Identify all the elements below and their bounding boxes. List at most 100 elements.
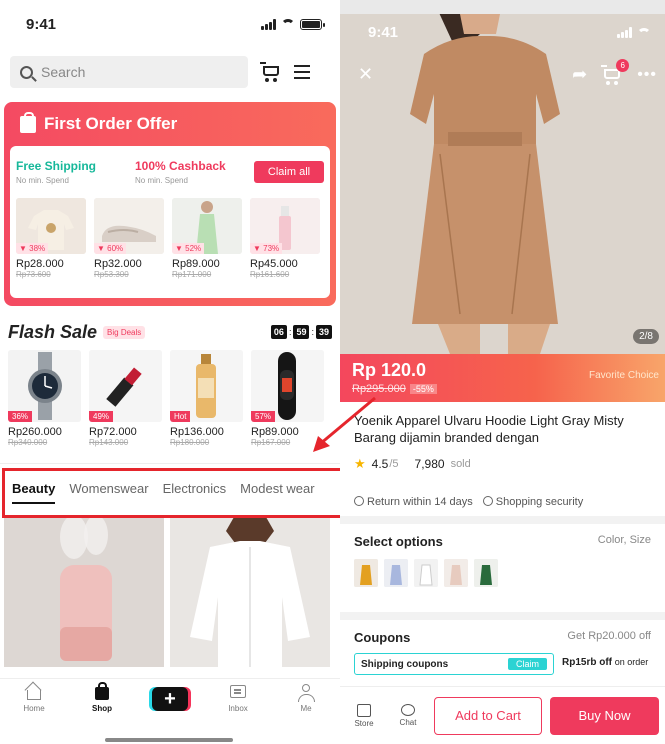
nav-shop-label: Shop xyxy=(92,704,112,713)
first-order-header: First Order Offer xyxy=(10,102,330,146)
skincare-bottle-image: ▼ 73% xyxy=(250,198,320,254)
search-bar: Search xyxy=(0,48,340,96)
free-shipping-perk: Free Shipping No min. Spend xyxy=(16,159,135,185)
store-label: Store xyxy=(354,718,374,728)
variant-swatch[interactable] xyxy=(474,559,498,587)
share-icon[interactable]: ➦ xyxy=(572,64,587,85)
white-shirt-product-image[interactable] xyxy=(170,517,330,667)
product-detail-screen: 9:41 ✕ ➦ 6 ••• 2/8 Rp 120.0 Rp295.000 -5… xyxy=(340,14,665,744)
product-title: Yoenik Apparel Ulvaru Hoodie Light Gray … xyxy=(354,413,624,445)
coupon-sub: on order xyxy=(614,657,649,667)
add-to-cart-button[interactable]: Add to Cart xyxy=(434,696,542,735)
free-shipping-sub: No min. Spend xyxy=(16,176,69,185)
purchase-bar: Store Chat Add to Cart Buy Now xyxy=(340,686,665,744)
store-button[interactable]: Store xyxy=(346,703,382,728)
lipstick-image: 49% xyxy=(89,350,162,422)
product-price: Rp32.000 xyxy=(94,258,142,270)
more-icon[interactable]: ••• xyxy=(637,66,657,84)
store-icon xyxy=(357,703,371,717)
nav-me[interactable]: Me xyxy=(278,683,334,713)
rating-value: 4.5 xyxy=(371,457,389,471)
claim-coupon-button[interactable]: Claim xyxy=(507,658,547,670)
nav-create[interactable]: + xyxy=(142,683,198,711)
first-order-perks: Free Shipping No min. Spend 100% Cashbac… xyxy=(16,152,324,192)
signal-icon xyxy=(617,27,632,38)
bottom-navigation: Home Shop + Inbox Me xyxy=(0,678,340,744)
flash-sale-section: Flash Sale Big Deals 06: 59: 39 36% Rp26… xyxy=(0,306,340,447)
highlight-box xyxy=(2,468,352,518)
search-input[interactable]: Search xyxy=(10,56,248,88)
green-dress-image: ▼ 52% xyxy=(172,198,242,254)
chat-button[interactable]: Chat xyxy=(390,704,426,727)
discount-percent: -55% xyxy=(409,384,437,394)
nav-home-label: Home xyxy=(23,704,45,713)
discount-coupon[interactable]: Rp15rb off on order xyxy=(562,653,648,675)
product-price: Rp136.000 xyxy=(170,426,224,438)
product-info: Yoenik Apparel Ulvaru Hoodie Light Gray … xyxy=(340,402,665,516)
loafer-shoe-image: ▼ 60% xyxy=(94,198,164,254)
product-card[interactable]: 57% Rp89.000 Rp167.000 xyxy=(251,350,324,447)
close-icon[interactable]: ✕ xyxy=(358,64,373,85)
discount-badge: 36% xyxy=(8,411,33,422)
watch-image: 36% xyxy=(8,350,81,422)
chat-icon xyxy=(401,704,415,716)
first-order-offer-banner[interactable]: First Order Offer Free Shipping No min. … xyxy=(4,102,336,306)
product-original-price: Rp180.000 xyxy=(170,438,210,447)
coupon-list: Shipping coupons Claim Rp15rb off on ord… xyxy=(354,653,651,675)
nav-inbox[interactable]: Inbox xyxy=(210,683,266,713)
nav-home[interactable]: Home xyxy=(6,683,62,713)
star-icon: ★ xyxy=(354,456,366,471)
rating-row[interactable]: ★ 4.5/5 7,980 sold xyxy=(354,456,651,472)
nav-shop[interactable]: Shop xyxy=(74,682,130,713)
variant-swatch[interactable] xyxy=(384,559,408,587)
cart-icon[interactable] xyxy=(260,62,282,82)
shopping-bag-icon xyxy=(93,682,111,701)
select-options-section[interactable]: Select options Color, Size xyxy=(340,524,665,612)
image-pager: 2/8 xyxy=(633,329,659,344)
countdown-timer: 06: 59: 39 xyxy=(270,325,332,339)
nav-me-label: Me xyxy=(300,704,312,713)
nav-inbox-label: Inbox xyxy=(228,704,248,713)
humidifier-product-image[interactable] xyxy=(4,517,164,667)
claim-all-button[interactable]: Claim all xyxy=(254,161,324,183)
menu-icon[interactable] xyxy=(294,65,310,79)
timer-hours: 06 xyxy=(270,325,287,339)
product-card[interactable]: ▼ 52% Rp89.000 Rp171.000 xyxy=(172,198,242,279)
buy-now-button[interactable]: Buy Now xyxy=(550,696,659,735)
product-price: Rp45.000 xyxy=(250,258,298,270)
product-card[interactable]: ▼ 60% Rp32.000 Rp53.300 xyxy=(94,198,164,279)
status-icons xyxy=(261,18,325,30)
product-original-price: Rp161.600 xyxy=(250,270,290,279)
original-price: Rp295.000 xyxy=(352,383,406,395)
status-icons xyxy=(617,24,651,41)
variant-swatch[interactable] xyxy=(414,559,438,587)
first-order-products: ▼ 38% Rp28.000 Rp73.600 ▼ 60% Rp32.000 R… xyxy=(16,198,324,279)
product-card[interactable]: 49% Rp72.000 Rp143.000 xyxy=(89,350,162,447)
shop-screen: 9:41 Search First Order Offer Free Shipp… xyxy=(0,0,340,744)
product-card[interactable]: ▼ 38% Rp28.000 Rp73.600 xyxy=(16,198,86,279)
variant-swatch[interactable] xyxy=(444,559,468,587)
product-feed xyxy=(0,517,340,667)
check-circle-icon xyxy=(354,496,364,506)
cart-icon[interactable]: 6 xyxy=(601,58,630,85)
first-order-title: First Order Offer xyxy=(44,114,178,133)
fitness-band-image: 57% xyxy=(251,350,324,422)
variant-swatch[interactable] xyxy=(354,559,378,587)
sweatshirt-image: ▼ 38% xyxy=(16,198,86,254)
sold-count: 7,980 xyxy=(414,457,445,471)
signal-icon xyxy=(261,18,276,30)
product-original-price: Rp167.000 xyxy=(251,438,291,447)
product-image-hero[interactable]: 9:41 ✕ ➦ 6 ••• 2/8 xyxy=(340,14,665,354)
flash-sale-products: 36% Rp260.000 Rp340.000 49% Rp72.000 Rp1… xyxy=(8,350,332,447)
product-card[interactable]: ▼ 73% Rp45.000 Rp161.600 xyxy=(250,198,320,279)
guarantees-row[interactable]: Return within 14 days Shopping security xyxy=(354,496,651,508)
product-card[interactable]: Hot Rp136.000 Rp180.000 xyxy=(170,350,243,447)
chat-label: Chat xyxy=(399,718,417,727)
variant-swatches xyxy=(354,559,651,587)
coupons-header[interactable]: Coupons Get Rp20.000 off xyxy=(354,630,651,645)
product-card[interactable]: 36% Rp260.000 Rp340.000 xyxy=(8,350,81,447)
product-original-price: Rp73.600 xyxy=(16,270,51,279)
product-price: Rp28.000 xyxy=(16,258,64,270)
cashback-perk: 100% Cashback No min. Spend xyxy=(135,159,254,185)
plus-icon: + xyxy=(152,687,188,711)
